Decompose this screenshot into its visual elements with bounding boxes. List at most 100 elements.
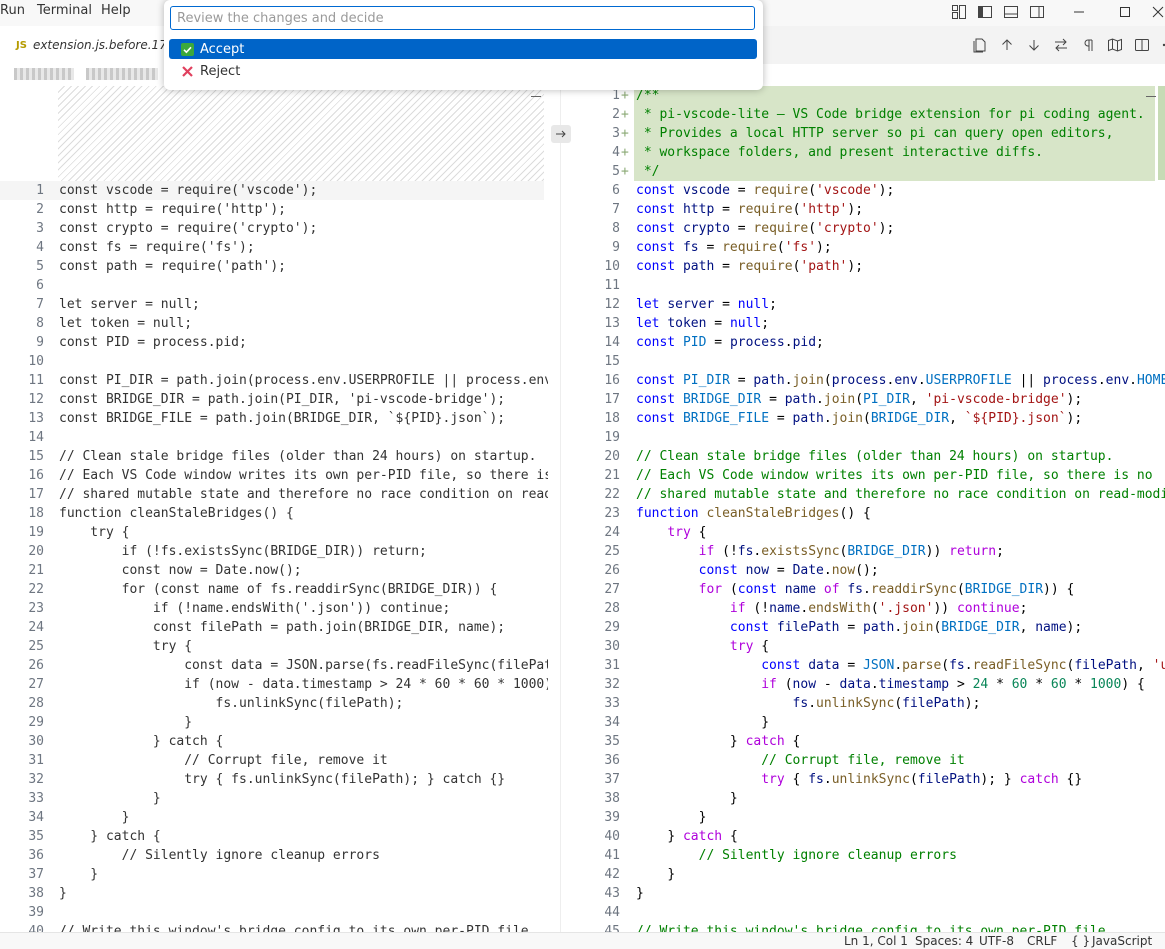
menu-help[interactable]: Help bbox=[101, 0, 131, 22]
code-line[interactable]: 12 const BRIDGE_DIR = path.join(PI_DIR, '… bbox=[0, 390, 544, 409]
code-line[interactable]: 13 let token = null; bbox=[562, 314, 1165, 333]
more-actions-icon[interactable] bbox=[1155, 33, 1165, 57]
code-line[interactable]: 36 // Corrupt file, remove it bbox=[562, 751, 1165, 770]
quick-pick-item-accept[interactable]: Accept bbox=[169, 39, 757, 59]
code-line[interactable]: 13 const BRIDGE_FILE = path.join(BRIDGE_D… bbox=[0, 409, 544, 428]
code-line[interactable]: 22 for (const name of fs.readdirSync(BRI… bbox=[0, 580, 544, 599]
code-line[interactable]: 15 bbox=[562, 352, 1165, 371]
menu-terminal[interactable]: Terminal bbox=[37, 0, 92, 22]
code-line[interactable]: 34 } bbox=[562, 713, 1165, 732]
code-line[interactable]: 39 bbox=[0, 903, 544, 922]
code-line[interactable]: 11 bbox=[562, 276, 1165, 295]
code-line[interactable]: 16 const PI_DIR = path.join(process.env.U… bbox=[562, 371, 1165, 390]
code-line[interactable]: 1 const vscode = require('vscode'); bbox=[0, 181, 544, 200]
code-line[interactable]: 3 + * Provides a local HTTP server so pi … bbox=[562, 124, 1165, 143]
code-line[interactable]: 39 } bbox=[562, 808, 1165, 827]
code-line[interactable]: 32 if (now - data.timestamp > 24 * 60 * … bbox=[562, 675, 1165, 694]
code-line[interactable]: 35 } catch { bbox=[0, 827, 544, 846]
customize-layout-icon[interactable] bbox=[946, 4, 972, 20]
code-line[interactable]: 11 const PI_DIR = path.join(process.env.U… bbox=[0, 371, 548, 390]
code-line[interactable]: 24 try { bbox=[562, 523, 1165, 542]
code-line[interactable]: 32 try { fs.unlinkSync(filePath); } catc… bbox=[0, 770, 544, 789]
code-line[interactable]: 10 bbox=[0, 352, 544, 371]
code-line[interactable]: 37 } bbox=[0, 865, 544, 884]
code-line[interactable]: 41 // Silently ignore cleanup errors bbox=[562, 846, 1165, 865]
code-line[interactable]: 28 fs.unlinkSync(filePath); bbox=[0, 694, 544, 713]
previous-change-icon[interactable] bbox=[993, 33, 1020, 57]
code-line[interactable]: 33 fs.unlinkSync(filePath); bbox=[562, 694, 1165, 713]
toggle-primary-sidebar-icon[interactable] bbox=[972, 4, 998, 20]
code-line[interactable]: 18 function cleanStaleBridges() { bbox=[0, 504, 544, 523]
code-line[interactable]: 20 if (!fs.existsSync(BRIDGE_DIR)) retur… bbox=[0, 542, 544, 561]
code-line[interactable]: 24 const filePath = path.join(BRIDGE_DIR… bbox=[0, 618, 544, 637]
code-line[interactable]: 22 // shared mutable state and therefore … bbox=[562, 485, 1165, 504]
open-file-icon[interactable] bbox=[966, 33, 993, 57]
code-line[interactable]: 44 bbox=[562, 903, 1165, 922]
close-window-icon[interactable] bbox=[1148, 6, 1165, 18]
code-line[interactable]: 31 // Corrupt file, remove it bbox=[0, 751, 544, 770]
split-editor-icon[interactable] bbox=[1128, 33, 1155, 57]
code-line[interactable]: 2 + * pi-vscode-lite — VS Code bridge ext… bbox=[562, 105, 1165, 124]
code-line[interactable]: 9 const PID = process.pid; bbox=[0, 333, 544, 352]
code-line[interactable]: 23 if (!name.endsWith('.json')) continue… bbox=[0, 599, 544, 618]
swap-sides-icon[interactable] bbox=[1047, 33, 1074, 57]
code-line[interactable]: 16 // Each VS Code window writes its own … bbox=[0, 466, 548, 485]
code-line[interactable]: 29 } bbox=[0, 713, 544, 732]
status-indentation[interactable]: Spaces: 4 bbox=[915, 934, 973, 949]
code-line[interactable]: 14 bbox=[0, 428, 544, 447]
code-line[interactable]: 2 const http = require('http'); bbox=[0, 200, 544, 219]
code-line[interactable]: 23 function cleanStaleBridges() { bbox=[562, 504, 1165, 523]
code-line[interactable]: 33 } bbox=[0, 789, 544, 808]
code-line[interactable]: 29 const filePath = path.join(BRIDGE_DIR… bbox=[562, 618, 1165, 637]
code-line[interactable]: 5 const path = require('path'); bbox=[0, 257, 544, 276]
code-line[interactable]: 7 let server = null; bbox=[0, 295, 544, 314]
quick-pick-input[interactable] bbox=[170, 6, 755, 30]
code-line[interactable]: 10 const path = require('path'); bbox=[562, 257, 1165, 276]
code-line[interactable]: 25 try { bbox=[0, 637, 544, 656]
code-line[interactable]: 42 } bbox=[562, 865, 1165, 884]
code-line[interactable]: 27 if (now - data.timestamp > 24 * 60 * … bbox=[0, 675, 548, 694]
code-line[interactable]: 12 let server = null; bbox=[562, 295, 1165, 314]
diff-sash[interactable] bbox=[560, 86, 561, 932]
code-line[interactable]: 31 const data = JSON.parse(fs.readFileSy… bbox=[562, 656, 1165, 675]
code-line[interactable]: 40 } catch { bbox=[562, 827, 1165, 846]
code-line[interactable]: 38} bbox=[0, 884, 544, 903]
diff-original-editor[interactable]: 1 const vscode = require('vscode'); 2 const… bbox=[0, 86, 548, 932]
code-line[interactable]: 40 // Write this window's bridge config t… bbox=[0, 922, 544, 932]
whitespace-icon[interactable] bbox=[1074, 33, 1101, 57]
code-line[interactable]: 36 // Silently ignore cleanup errors bbox=[0, 846, 544, 865]
menu-run[interactable]: Run bbox=[0, 0, 25, 22]
code-line[interactable]: 19 try { bbox=[0, 523, 544, 542]
next-change-icon[interactable] bbox=[1020, 33, 1047, 57]
code-line[interactable]: 45 // Write this window's bridge config t… bbox=[562, 922, 1165, 932]
code-line[interactable]: 3 const crypto = require('crypto'); bbox=[0, 219, 544, 238]
code-line[interactable]: 34 } bbox=[0, 808, 544, 827]
code-line[interactable]: 8 const crypto = require('crypto'); bbox=[562, 219, 1165, 238]
code-line[interactable]: 7 const http = require('http'); bbox=[562, 200, 1165, 219]
code-line[interactable]: 17 const BRIDGE_DIR = path.join(PI_DIR, '… bbox=[562, 390, 1165, 409]
revert-change-arrow-icon[interactable] bbox=[551, 125, 571, 143]
code-line[interactable]: 26 const now = Date.now(); bbox=[562, 561, 1165, 580]
toggle-secondary-sidebar-icon[interactable] bbox=[1024, 4, 1050, 20]
code-line[interactable]: 21 // Each VS Code window writes its own … bbox=[562, 466, 1165, 485]
toggle-panel-icon[interactable] bbox=[998, 4, 1024, 20]
code-line[interactable]: 30 } catch { bbox=[0, 732, 544, 751]
code-line[interactable]: 9 const fs = require('fs'); bbox=[562, 238, 1165, 257]
code-line[interactable]: 30 try { bbox=[562, 637, 1165, 656]
code-line[interactable]: 19 bbox=[562, 428, 1165, 447]
code-line[interactable]: 43} bbox=[562, 884, 1165, 903]
code-line[interactable]: 25 if (!fs.existsSync(BRIDGE_DIR)) retur… bbox=[562, 542, 1165, 561]
quick-pick-item-reject[interactable]: Reject bbox=[169, 61, 757, 81]
code-line[interactable]: 21 const now = Date.now(); bbox=[0, 561, 544, 580]
open-changes-icon[interactable] bbox=[1101, 33, 1128, 57]
code-line[interactable]: 6 const vscode = require('vscode'); bbox=[562, 181, 1165, 200]
tab-extension-js[interactable]: JS extension.js.before.1775 bbox=[0, 26, 175, 64]
code-line[interactable]: 15 // Clean stale bridge files (older tha… bbox=[0, 447, 544, 466]
code-line[interactable]: 37 try { fs.unlinkSync(filePath); } catc… bbox=[562, 770, 1165, 789]
code-line[interactable]: 27 for (const name of fs.readdirSync(BRI… bbox=[562, 580, 1165, 599]
status-language-mode[interactable]: JavaScript bbox=[1092, 934, 1152, 949]
code-line[interactable]: 14 const PID = process.pid; bbox=[562, 333, 1165, 352]
code-line[interactable]: 26 const data = JSON.parse(fs.readFileSy… bbox=[0, 656, 548, 675]
minimize-icon[interactable] bbox=[1056, 6, 1102, 18]
code-line[interactable]: 18 const BRIDGE_FILE = path.join(BRIDGE_D… bbox=[562, 409, 1165, 428]
